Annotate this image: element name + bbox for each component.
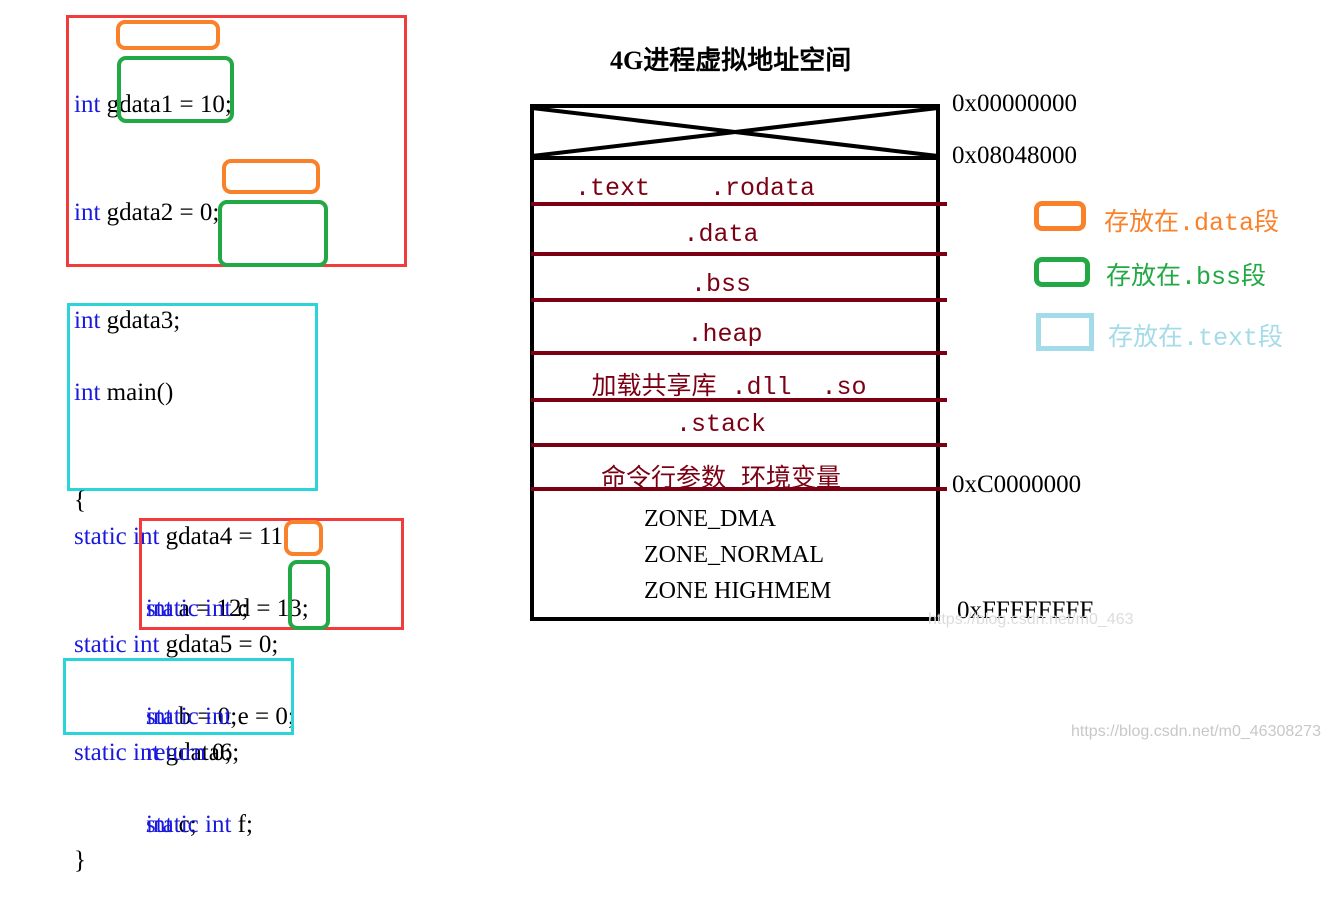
highlight-gdata5-6-bss (218, 200, 328, 267)
watermark: https://blog.csdn.net/m0_46308273 (1071, 723, 1321, 740)
code-line-close-brace: } (74, 847, 86, 874)
code-line-open-brace: { (74, 487, 86, 514)
address-kernel-start: 0xC0000000 (952, 471, 1082, 498)
highlight-e-f-bss (288, 560, 330, 630)
legend-bss-swatch (1034, 257, 1090, 287)
highlight-gdata1-data (116, 20, 220, 50)
segment-divider (531, 351, 947, 355)
segment-stack: .stack (675, 410, 766, 439)
highlight-gdata4-data (222, 159, 320, 194)
legend-text-label: 存放在.text段 (1108, 324, 1284, 353)
highlight-d-data (284, 520, 323, 556)
address-start: 0x00000000 (952, 90, 1077, 117)
segment-divider (531, 487, 947, 491)
segment-data: .data (683, 220, 759, 249)
kernel-zone-dma: ZONE_DMA (644, 506, 776, 532)
segment-bss: .bss (690, 270, 751, 299)
watermark-faint: https://blog.csdn.net/m0_463 (928, 611, 1134, 628)
segment-divider (531, 202, 947, 206)
segment-heap: .heap (687, 320, 763, 349)
legend-text-swatch (1036, 313, 1094, 351)
kernel-zone-normal: ZONE_NORMAL (644, 542, 824, 568)
diagram-title: 4G进程虚拟地址空间 (610, 46, 852, 75)
reserved-region-bottom-line (530, 156, 940, 160)
segment-divider (531, 398, 947, 402)
code-line-main: int main() (74, 379, 174, 406)
segment-divider (531, 298, 947, 302)
reserved-region-cross-icon (531, 106, 939, 158)
segment-text-rodata: .text .rodata (574, 174, 816, 203)
return-code: return 0; } (74, 663, 231, 915)
legend-bss-label: 存放在.bss段 (1106, 263, 1267, 292)
address-space-box: .text .rodata .data .bss .heap 加载共享库 .dl… (530, 104, 947, 621)
highlight-gdata2-3-bss (117, 56, 234, 123)
legend-data-swatch (1034, 201, 1086, 231)
address-text-start: 0x08048000 (952, 142, 1077, 169)
code-line-d: static int d = 13; (146, 595, 309, 622)
segment-divider (531, 443, 947, 447)
code-line-return: return 0; (146, 739, 232, 766)
legend-data-label: 存放在.data段 (1104, 209, 1280, 238)
kernel-zone-highmem: ZONE HIGHMEM (644, 578, 832, 604)
segment-shared-libs: 加载共享库 .dll .so (591, 373, 867, 402)
segment-divider (531, 252, 947, 256)
